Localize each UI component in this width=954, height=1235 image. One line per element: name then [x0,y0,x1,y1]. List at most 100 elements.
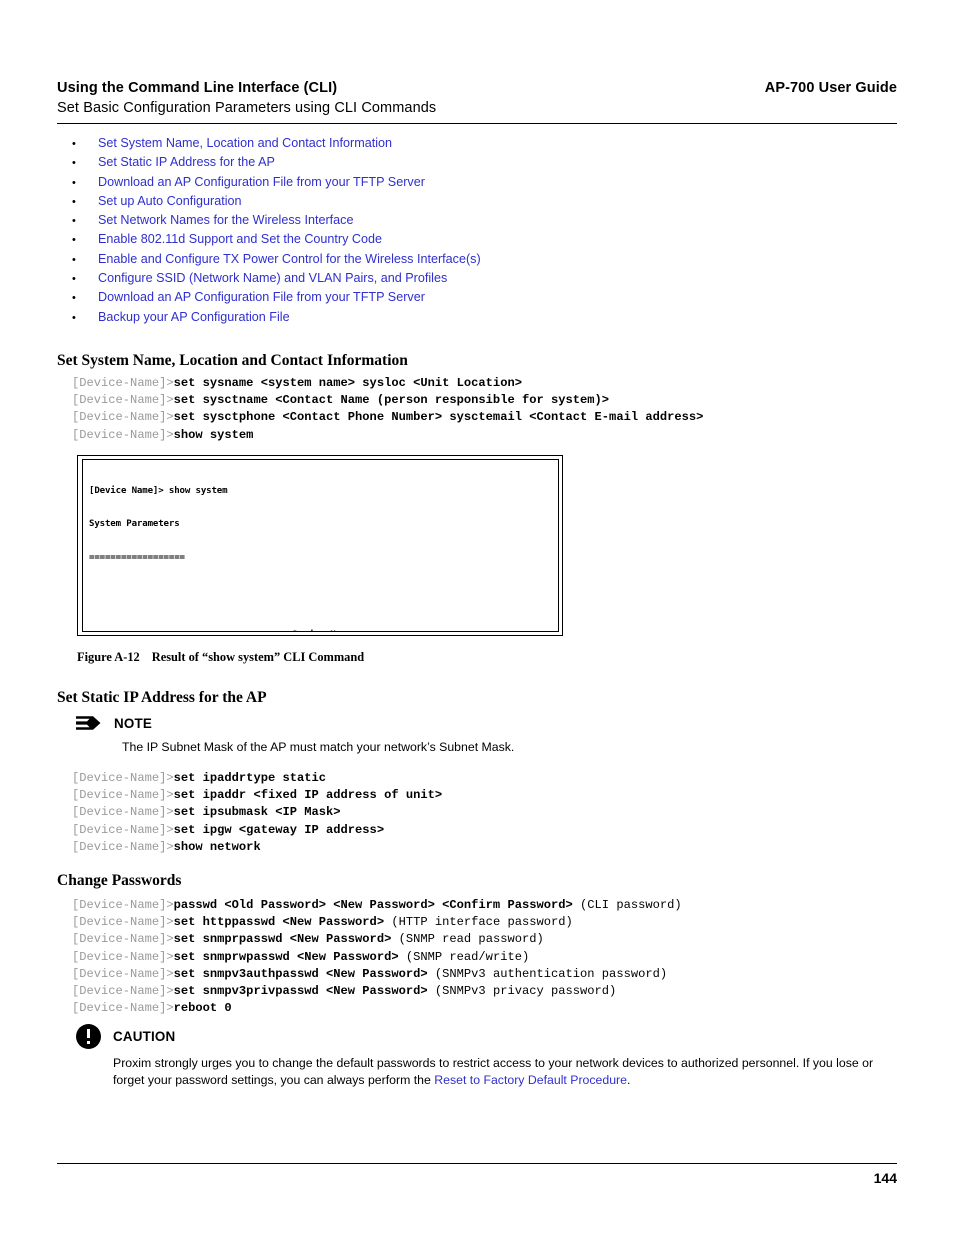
list-item[interactable]: • Enable 802.11d Support and Set the Cou… [72,232,872,251]
bullet-icon: • [72,195,76,208]
note-body: The IP Subnet Mask of the AP must match … [122,740,515,754]
cli-comment: (SNMP read/write) [398,949,530,964]
caution-body: Proxim strongly urges you to change the … [113,1055,895,1089]
cli-prompt: [Device-Name]> [72,822,174,837]
cli-prompt: [Device-Name]> [72,376,174,390]
caution-admonition: CAUTION Proxim strongly urges you to cha… [76,1024,896,1089]
header-title-row: Using the Command Line Interface (CLI) A… [57,80,897,96]
terminal-underline: ================== [89,552,185,563]
header-guide-title: AP-700 User Guide [764,80,897,96]
terminal-screenshot-figure: [Device Name]> show system System Parame… [77,455,563,636]
caution-exclamation-icon [76,1024,101,1049]
cli-command: show system [173,427,254,442]
cli-prompt: [Device-Name]> [72,410,174,425]
cli-command: set snmprpasswd <New Password> [173,932,392,947]
cli-command: set ipaddr <fixed IP address of unit> [173,788,443,803]
link-ssid-vlan-profiles[interactable]: Configure SSID (Network Name) and VLAN P… [98,271,447,285]
cli-prompt: [Device-Name]> [72,949,174,964]
cli-line: [Device-Name]>set sysname <system name> … [72,375,703,392]
cli-command: set snmprwpasswd <New Password> [173,949,399,964]
cli-command: set sysctphone <Contact Phone Number> sy… [173,410,704,425]
cli-comment: (HTTP interface password) [384,915,573,930]
list-item[interactable]: • Backup your AP Configuration File [72,310,872,329]
cli-prompt: [Device-Name]> [72,788,174,803]
cli-command: show network [173,839,261,854]
document-page: Using the Command Line Interface (CLI) A… [0,0,954,1235]
list-item[interactable]: • Set Network Names for the Wireless Int… [72,213,872,232]
list-item[interactable]: • Set System Name, Location and Contact … [72,136,872,155]
bullet-icon: • [72,273,76,286]
list-item[interactable]: • Set Static IP Address for the AP [72,155,872,174]
header-subtitle: Set Basic Configuration Parameters using… [57,100,437,116]
page-header: Using the Command Line Interface (CLI) A… [57,80,897,116]
cli-line: [Device-Name]>passwd <Old Password> <New… [72,897,682,914]
list-item[interactable]: • Download an AP Configuration File from… [72,290,872,309]
note-title: NOTE [114,715,152,731]
terminal-text: [Device Name]> show system System Parame… [89,464,474,631]
cli-block-passwords: [Device-Name]> passwd <Old Password> <New… [72,897,682,1017]
cli-command: set snmpv3authpasswd <New Password> [173,966,428,981]
cli-prompt: [Device-Name]> [72,839,174,854]
cli-line: [Device-Name]>set sysctname <Contact Nam… [72,392,703,409]
cli-line: [Device-Name]>set snmprwpasswd <New Pass… [72,949,682,966]
bullet-icon: • [72,157,76,170]
cli-line: [Device-Name]>set ipgw <gateway IP addre… [72,822,442,839]
cli-line: [Device-Name]>show system [72,427,703,444]
link-set-system-name[interactable]: Set System Name, Location and Contact In… [98,136,392,150]
heading-change-passwords: Change Passwords [57,872,182,889]
list-item[interactable]: • Enable and Configure TX Power Control … [72,252,872,271]
cli-line: [Device-Name]>set snmpv3privpasswd <New … [72,983,682,1000]
cli-comment: (SNMPv3 authentication password) [427,966,668,981]
terminal-row-colon: : [233,630,293,631]
list-item[interactable]: • Download an AP Configuration File from… [72,175,872,194]
figure-caption-text: Result of “show system” CLI Command [151,650,365,664]
cli-prompt: [Device-Name]> [72,771,174,785]
header-divider [57,123,897,124]
note-header: NOTE [76,714,836,732]
terminal-inner-frame: [Device Name]> show system System Parame… [82,459,559,632]
cli-line: [Device-Name]>set ipaddrtype static [72,770,442,787]
cli-line: [Device-Name]>reboot 0 [72,1000,682,1017]
terminal-title: System Parameters [89,519,180,530]
list-item[interactable]: • Set up Auto Configuration [72,194,872,213]
link-auto-configuration[interactable]: Set up Auto Configuration [98,194,242,208]
cli-command: set snmpv3privpasswd <New Password> [173,984,428,999]
cli-block-system: [Device-Name]>set sysname <system name> … [72,375,703,444]
cli-line: [Device-Name]>set snmpv3authpasswd <New … [72,966,682,983]
header-chapter-title: Using the Command Line Interface (CLI) [57,80,338,96]
bullet-icon: • [72,176,76,189]
list-item[interactable]: • Configure SSID (Network Name) and VLAN… [72,271,872,290]
terminal-row: sysname:Device Name [89,630,474,631]
heading-set-system-name: Set System Name, Location and Contact In… [57,352,408,369]
terminal-row-label: sysname [89,630,233,631]
link-download-config-tftp[interactable]: Download an AP Configuration File from y… [98,175,425,189]
link-download-config-tftp-2[interactable]: Download an AP Configuration File from y… [98,290,425,304]
cli-line: [Device-Name]>set snmprpasswd <New Passw… [72,931,682,948]
section-link-list: • Set System Name, Location and Contact … [72,136,872,329]
link-backup-config[interactable]: Backup your AP Configuration File [98,310,290,324]
cli-comment: (SNMPv3 privacy password) [427,984,617,999]
cli-prompt: [Device-Name]> [72,1001,174,1016]
figure-number: Figure A-12 [77,650,140,664]
caution-header: CAUTION [76,1024,896,1049]
link-tx-power-control[interactable]: Enable and Configure TX Power Control fo… [98,252,481,266]
note-arrow-icon [76,714,104,732]
cli-prompt: [Device-Name]> [72,393,174,408]
cli-command: passwd <Old Password> <New Password> <Co… [173,898,573,912]
page-number: 144 [873,1170,897,1186]
note-admonition: NOTE The IP Subnet Mask of the AP must m… [76,714,836,756]
cli-block-static-ip: [Device-Name]>set ipaddrtype static [Dev… [72,770,442,856]
bullet-icon: • [72,215,76,228]
cli-line: [Device-Name]>set sysctphone <Contact Ph… [72,409,703,426]
cli-comment: (CLI password) [572,898,682,912]
figure-caption: Figure A-12 Result of “show system” CLI C… [77,650,364,665]
link-reset-to-factory-default[interactable]: Reset to Factory Default Procedure [434,1073,627,1087]
cli-command: set sysname <system name> sysloc <Unit L… [173,376,522,390]
bullet-icon: • [72,311,76,324]
cli-command: set ipaddrtype static [173,771,327,785]
terminal-prompt-line: [Device Name]> show system [89,486,228,497]
bullet-icon: • [72,292,76,305]
link-set-static-ip[interactable]: Set Static IP Address for the AP [98,155,275,169]
link-network-names[interactable]: Set Network Names for the Wireless Inter… [98,213,353,227]
link-80211d-country-code[interactable]: Enable 802.11d Support and Set the Count… [98,232,382,246]
